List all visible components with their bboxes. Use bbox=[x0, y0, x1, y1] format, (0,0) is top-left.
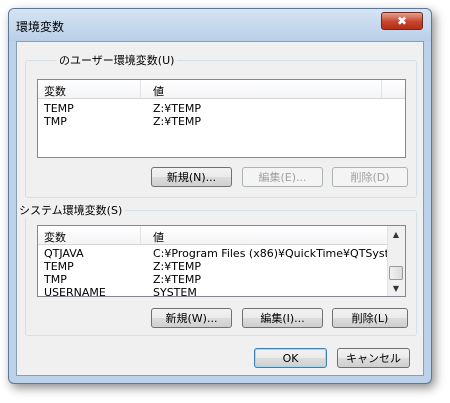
cancel-button[interactable]: キャンセル bbox=[337, 348, 410, 368]
user-variables-legend: のユーザー環境変数(U) bbox=[59, 54, 175, 67]
system-list-header: 変数 値 bbox=[38, 226, 388, 245]
user-variables-list[interactable]: 変数 値 TEMP Z:¥TEMP TMP Z:¥TEMP bbox=[37, 79, 406, 158]
scroll-down-icon[interactable]: ▼ bbox=[388, 280, 404, 296]
variable-value: C:¥Program Files (x86)¥QuickTime¥QTSyste… bbox=[153, 247, 406, 260]
close-icon: ✖ bbox=[396, 14, 408, 28]
system-delete-button[interactable]: 削除(L) bbox=[332, 308, 408, 328]
list-item[interactable]: TMP Z:¥TEMP bbox=[38, 115, 405, 128]
variable-name: TMP bbox=[44, 273, 67, 286]
variable-value: Z:¥TEMP bbox=[153, 115, 202, 128]
column-header-variable[interactable]: 変数 bbox=[44, 83, 66, 99]
system-variables-legend: システム環境変数(S) bbox=[19, 204, 123, 217]
list-item[interactable]: TEMP Z:¥TEMP bbox=[38, 102, 405, 115]
variable-name: USERNAME bbox=[44, 286, 106, 297]
column-divider[interactable] bbox=[140, 80, 141, 98]
column-divider[interactable] bbox=[140, 226, 141, 244]
dialog-body: のユーザー環境変数(U) 変数 値 TEMP Z:¥TEMP TMP Z:¥TE… bbox=[16, 41, 424, 376]
system-edit-button[interactable]: 編集(I)... bbox=[242, 308, 323, 328]
list-item[interactable]: TMP Z:¥TEMP bbox=[38, 273, 388, 286]
column-divider[interactable] bbox=[381, 80, 382, 98]
user-new-button[interactable]: 新規(N)... bbox=[151, 167, 232, 187]
vertical-scrollbar[interactable]: ▲ ▼ bbox=[387, 226, 405, 296]
variable-name: TMP bbox=[44, 115, 67, 128]
variable-name: TEMP bbox=[44, 260, 74, 273]
environment-variables-dialog: 環境変数 ✖ のユーザー環境変数(U) 変数 値 TEMP Z:¥TEMP TM… bbox=[8, 8, 432, 384]
user-list-header: 変数 値 bbox=[38, 80, 405, 99]
close-button[interactable]: ✖ bbox=[381, 12, 423, 30]
scroll-thumb[interactable] bbox=[389, 266, 403, 280]
user-delete-button[interactable]: 削除(D) bbox=[332, 167, 408, 187]
list-item[interactable]: USERNAME SYSTEM bbox=[38, 286, 388, 297]
variable-value: Z:¥TEMP bbox=[153, 260, 202, 273]
column-header-value[interactable]: 値 bbox=[153, 229, 164, 245]
variable-value: Z:¥TEMP bbox=[153, 273, 202, 286]
list-item[interactable]: TEMP Z:¥TEMP bbox=[38, 260, 388, 273]
list-item[interactable]: QTJAVA C:¥Program Files (x86)¥QuickTime¥… bbox=[38, 247, 405, 260]
variable-name: QTJAVA bbox=[44, 247, 84, 260]
column-header-variable[interactable]: 変数 bbox=[44, 229, 66, 245]
variable-name: TEMP bbox=[44, 102, 74, 115]
dialog-title: 環境変数 bbox=[16, 20, 65, 34]
system-new-button[interactable]: 新規(W)... bbox=[151, 308, 232, 328]
user-edit-button[interactable]: 編集(E)... bbox=[242, 167, 323, 187]
ok-button[interactable]: OK bbox=[254, 348, 327, 368]
system-variables-list[interactable]: 変数 値 QTJAVA C:¥Program Files (x86)¥Quick… bbox=[37, 225, 406, 297]
scroll-up-icon[interactable]: ▲ bbox=[388, 226, 404, 242]
column-header-value[interactable]: 値 bbox=[153, 83, 164, 99]
variable-value: Z:¥TEMP bbox=[153, 102, 202, 115]
variable-value: SYSTEM bbox=[153, 286, 197, 297]
title-bar[interactable]: 環境変数 ✖ bbox=[9, 9, 431, 41]
